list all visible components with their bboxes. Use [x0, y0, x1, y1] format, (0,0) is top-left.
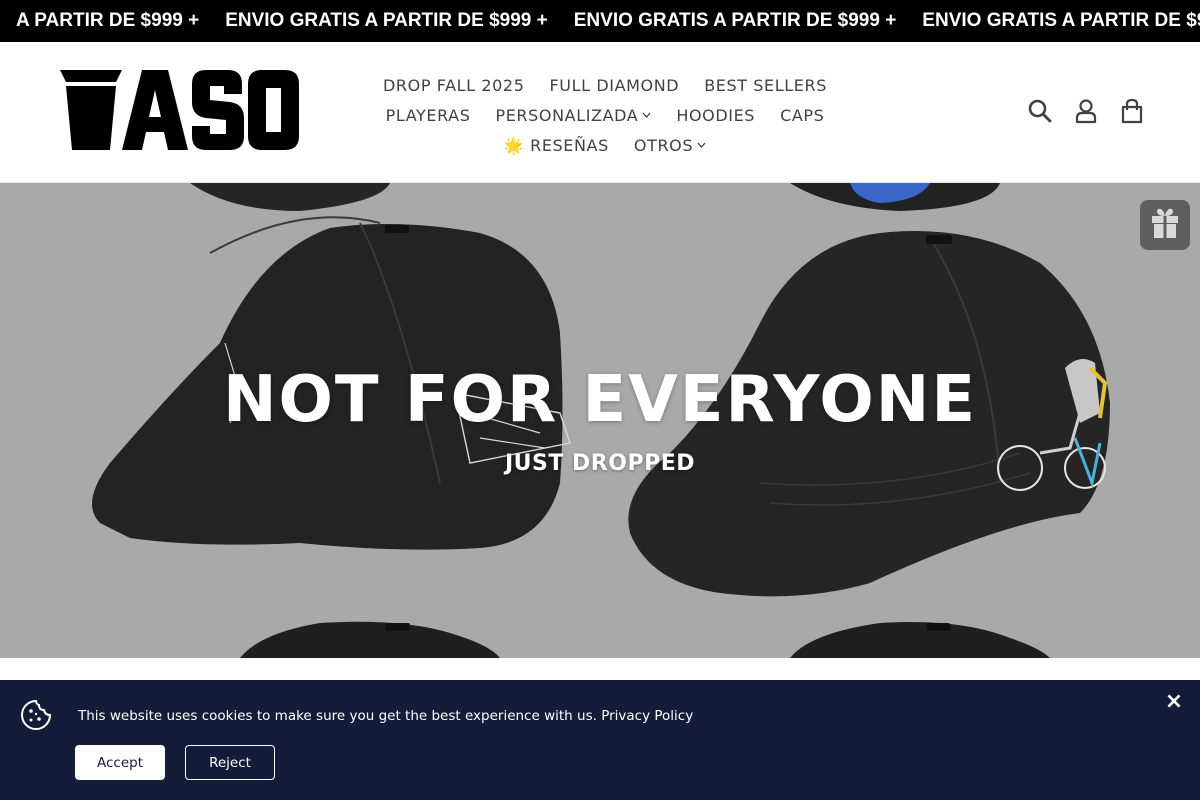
announcement-item: A PARTIR DE $999 +: [16, 10, 200, 31]
privacy-policy-link[interactable]: Privacy Policy: [601, 708, 693, 724]
nav-drop-fall-2025[interactable]: DROP FALL 2025: [383, 76, 524, 95]
nav-resenas[interactable]: 🌟 RESEÑAS: [504, 136, 609, 155]
hero-banner[interactable]: NOT FOR EVERYONE JUST DROPPED: [0, 183, 1200, 658]
nav-best-sellers[interactable]: BEST SELLERS: [704, 76, 827, 95]
cookie-banner: This website uses cookies to make sure y…: [0, 680, 1200, 800]
reject-button[interactable]: Reject: [185, 745, 275, 780]
search-icon[interactable]: [1027, 98, 1053, 124]
hero-title: NOT FOR EVERYONE: [222, 363, 978, 437]
close-icon[interactable]: ×: [1162, 690, 1186, 714]
cookie-icon: [20, 699, 52, 731]
nav-full-diamond[interactable]: FULL DIAMOND: [550, 76, 680, 95]
hero-subtitle: JUST DROPPED: [504, 451, 695, 476]
cookie-message-text: This website uses cookies to make sure y…: [78, 708, 597, 724]
accept-button[interactable]: Accept: [75, 745, 165, 780]
nav-otros-label: OTROS: [633, 135, 694, 155]
gift-button[interactable]: [1140, 200, 1190, 250]
account-icon[interactable]: [1073, 98, 1099, 124]
nav-personalizada[interactable]: PERSONALIZADA: [495, 106, 651, 125]
announcement-item: ENVIO GRATIS A PARTIR DE $999 +: [573, 10, 897, 31]
nav-hoodies[interactable]: HOODIES: [676, 106, 755, 125]
chevron-down-icon: [642, 110, 651, 121]
main-nav: DROP FALL 2025 FULL DIAMOND BEST SELLERS…: [370, 70, 840, 160]
site-logo[interactable]: [60, 70, 300, 152]
cart-icon[interactable]: [1119, 98, 1145, 124]
nav-playeras[interactable]: PLAYERAS: [386, 106, 471, 125]
nav-personalizada-label: PERSONALIZADA: [495, 105, 639, 125]
announcement-item: ENVIO GRATIS A PARTIR DE $999 +: [922, 10, 1200, 31]
site-header: DROP FALL 2025 FULL DIAMOND BEST SELLERS…: [0, 42, 1200, 183]
header-icons: [1027, 98, 1145, 124]
nav-caps[interactable]: CAPS: [780, 106, 824, 125]
nav-otros[interactable]: OTROS: [634, 136, 706, 155]
cookie-message: This website uses cookies to make sure y…: [78, 708, 693, 724]
chevron-down-icon: [697, 140, 706, 151]
announcement-bar: A PARTIR DE $999 + ENVIO GRATIS A PARTIR…: [0, 0, 1200, 42]
gift-icon: [1150, 207, 1180, 243]
announcement-item: ENVIO GRATIS A PARTIR DE $999 +: [225, 10, 548, 31]
